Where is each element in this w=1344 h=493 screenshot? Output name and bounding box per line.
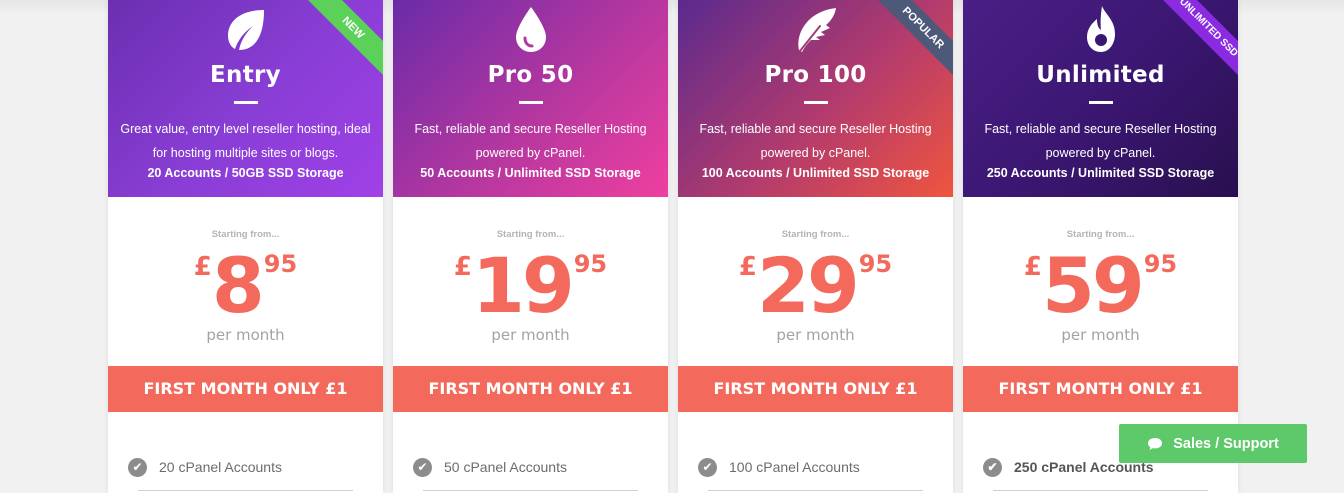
billing-period: per month <box>776 326 855 344</box>
currency-symbol: £ <box>453 252 472 282</box>
starting-from-label: Starting from... <box>496 229 565 240</box>
feature-divider <box>138 490 353 491</box>
plan-price: £2995 <box>678 246 953 326</box>
sales-support-button[interactable]: Sales / Support <box>1119 424 1307 463</box>
plan-title: Pro 50 <box>487 62 574 88</box>
plan-card-pro-50: Pro 50 Fast, reliable and secure Reselle… <box>393 0 668 493</box>
title-underline <box>233 101 258 104</box>
feature-item: ✔ 20 cPanel Accounts <box>128 455 363 479</box>
check-icon: ✔ <box>413 457 432 477</box>
billing-period: per month <box>206 326 285 344</box>
title-underline <box>518 101 543 104</box>
plan-price: £895 <box>108 246 383 326</box>
plan-spec: 100 Accounts / Unlimited SSD Storage <box>701 166 930 180</box>
plan-title: Pro 100 <box>764 62 867 88</box>
pricing-table: Entry Great value, entry level reseller … <box>108 0 1238 493</box>
plan-description: Great value, entry level reseller hostin… <box>120 122 371 160</box>
starting-from-label: Starting from... <box>781 229 850 240</box>
plan-description: Fast, reliable and secure Reseller Hosti… <box>414 122 647 160</box>
price-cents: 95 <box>1143 250 1178 278</box>
drop-icon <box>515 7 546 52</box>
price-whole: 29 <box>756 241 860 330</box>
plan-spec: 250 Accounts / Unlimited SSD Storage <box>986 166 1215 180</box>
billing-period: per month <box>491 326 570 344</box>
plan-title: Unlimited <box>1036 62 1165 88</box>
price-cents: 95 <box>263 250 298 278</box>
currency-symbol: £ <box>738 252 757 282</box>
price-cents: 95 <box>858 250 893 278</box>
plan-title: Entry <box>210 62 281 88</box>
plan-description: Fast, reliable and secure Reseller Hosti… <box>984 122 1217 160</box>
plan-card-entry: Entry Great value, entry level reseller … <box>108 0 383 493</box>
plan-price: £5995 <box>963 246 1238 326</box>
feature-label: 50 cPanel Accounts <box>444 459 567 475</box>
starting-from-label: Starting from... <box>211 229 280 240</box>
plan-price: £1995 <box>393 246 668 326</box>
feature-item: ✔ 100 cPanel Accounts <box>698 455 933 479</box>
check-icon: ✔ <box>128 457 147 477</box>
first-month-offer-button[interactable]: FIRST MONTH ONLY £1 <box>678 366 953 412</box>
chat-bubble-icon <box>1148 437 1163 450</box>
plan-card-unlimited: Unlimited Fast, reliable and secure Rese… <box>963 0 1238 493</box>
plan-spec: 20 Accounts / 50GB SSD Storage <box>147 166 344 180</box>
plan-header: Pro 100 Fast, reliable and secure Resell… <box>678 0 953 197</box>
plan-card-pro-100: Pro 100 Fast, reliable and secure Resell… <box>678 0 953 493</box>
first-month-offer-button[interactable]: FIRST MONTH ONLY £1 <box>393 366 668 412</box>
feature-label: 100 cPanel Accounts <box>729 459 860 475</box>
leaf-icon <box>227 10 264 50</box>
currency-symbol: £ <box>1023 252 1042 282</box>
plan-spec: 50 Accounts / Unlimited SSD Storage <box>420 166 641 180</box>
plan-header: Pro 50 Fast, reliable and secure Reselle… <box>393 0 668 197</box>
feature-divider <box>993 490 1208 491</box>
title-underline <box>1088 101 1113 104</box>
price-whole: 8 <box>211 241 265 330</box>
feature-divider <box>423 490 638 491</box>
check-icon: ✔ <box>983 457 1002 477</box>
check-icon: ✔ <box>698 457 717 477</box>
price-whole: 59 <box>1041 241 1145 330</box>
price-cents: 95 <box>573 250 608 278</box>
feather-icon <box>797 8 836 52</box>
title-underline <box>803 101 828 104</box>
billing-period: per month <box>1061 326 1140 344</box>
first-month-offer-button[interactable]: FIRST MONTH ONLY £1 <box>963 366 1238 412</box>
plan-description: Fast, reliable and secure Reseller Hosti… <box>699 122 932 160</box>
support-label: Sales / Support <box>1173 435 1279 452</box>
feature-label: 20 cPanel Accounts <box>159 459 282 475</box>
feature-divider <box>708 490 923 491</box>
feature-item: ✔ 50 cPanel Accounts <box>413 455 648 479</box>
currency-symbol: £ <box>193 252 212 282</box>
plan-header: Entry Great value, entry level reseller … <box>108 0 383 197</box>
flame-icon <box>1086 6 1115 52</box>
first-month-offer-button[interactable]: FIRST MONTH ONLY £1 <box>108 366 383 412</box>
plan-header: Unlimited Fast, reliable and secure Rese… <box>963 0 1238 197</box>
starting-from-label: Starting from... <box>1066 229 1135 240</box>
price-whole: 19 <box>471 241 575 330</box>
